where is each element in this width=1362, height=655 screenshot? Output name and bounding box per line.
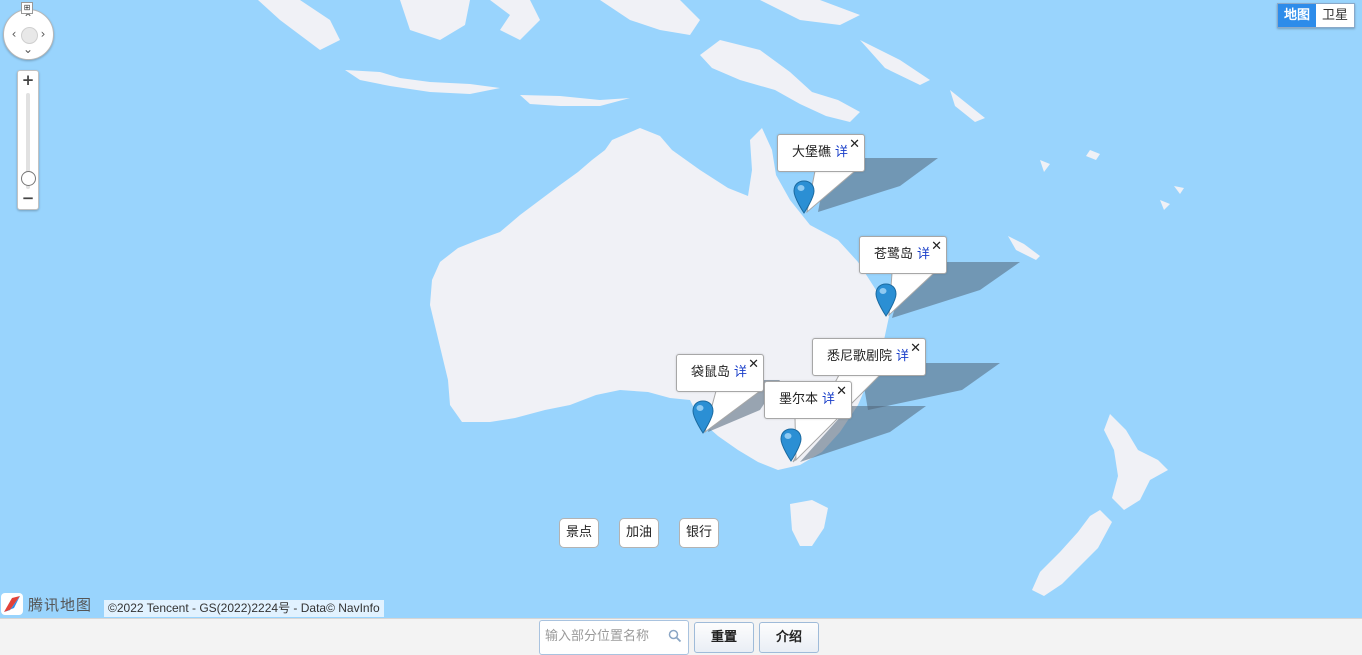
zoom-out-button[interactable]: − (18, 189, 38, 207)
info-window-sydney-opera-house: 悉尼歌剧院详 ✕ (812, 338, 927, 376)
info-window-title: 大堡礁 (792, 145, 832, 160)
category-scenic-button[interactable]: 景点 (559, 518, 600, 548)
zoom-in-button[interactable]: + (18, 71, 38, 89)
search-icon[interactable] (668, 629, 682, 643)
info-window-kangaroo-island: 袋鼠岛详 ✕ (676, 354, 765, 392)
pan-down-icon[interactable]: ⌄ (22, 43, 34, 55)
pan-center[interactable] (21, 27, 38, 44)
map-pin-icon[interactable] (793, 180, 815, 214)
info-window-title: 袋鼠岛 (691, 365, 731, 380)
pan-left-icon[interactable]: ‹ (8, 28, 20, 40)
category-gas-button[interactable]: 加油 (619, 518, 660, 548)
fullscreen-icon[interactable]: ⊞ (21, 2, 33, 14)
close-icon[interactable]: ✕ (748, 358, 759, 371)
close-icon[interactable]: ✕ (931, 240, 942, 253)
detail-link[interactable]: 详 (822, 392, 835, 407)
detail-link[interactable]: 详 (896, 349, 909, 364)
map-pin-icon[interactable] (875, 283, 897, 317)
map-type-switch[interactable]: 地图 卫星 (1277, 3, 1355, 28)
search-box[interactable] (539, 620, 689, 655)
tencent-map-logo-icon (1, 593, 23, 615)
copyright-text: ©2022 Tencent - GS(2022)2224号 - Data© Na… (104, 600, 384, 617)
detail-link[interactable]: 详 (835, 145, 848, 160)
tencent-map-logo[interactable]: 腾讯地图 (0, 591, 92, 617)
close-icon[interactable]: ✕ (836, 385, 847, 398)
map-type-satellite-button[interactable]: 卫星 (1316, 4, 1354, 27)
intro-button[interactable]: 介绍 (759, 622, 819, 653)
zoom-control[interactable]: + − (17, 70, 39, 210)
close-icon[interactable]: ✕ (910, 342, 921, 355)
pan-right-icon[interactable]: › (37, 28, 49, 40)
map-pin-icon[interactable] (692, 400, 714, 434)
map-type-map-button[interactable]: 地图 (1278, 4, 1316, 27)
info-window-melbourne: 墨尔本详 ✕ (764, 381, 853, 419)
info-window-title: 苍鹭岛 (874, 247, 914, 262)
search-input[interactable] (540, 621, 663, 652)
detail-link[interactable]: 详 (917, 247, 930, 262)
pan-control[interactable]: ⌃ ‹ › ⌄ (3, 9, 54, 60)
close-icon[interactable]: ✕ (849, 138, 860, 151)
map-canvas[interactable]: ⌃ ‹ › ⌄ ⊞ + − 地图 卫星 大堡礁 详 ✕ 苍鹭岛 详 ✕ 悉尼歌剧… (0, 0, 1362, 618)
category-bank-button[interactable]: 银行 (679, 518, 720, 548)
map-pin-icon[interactable] (780, 428, 802, 462)
zoom-slider-handle[interactable] (21, 171, 36, 186)
reset-button[interactable]: 重置 (694, 622, 754, 653)
info-window-title: 悉尼歌剧院 (827, 349, 893, 364)
info-window-heron-island: 苍鹭岛详 ✕ (859, 236, 948, 274)
info-window-title: 墨尔本 (779, 392, 819, 407)
info-window-great-barrier-reef: 大堡礁详 ✕ (777, 134, 866, 172)
logo-text: 腾讯地图 (28, 595, 93, 614)
detail-link[interactable]: 详 (734, 365, 747, 380)
bottom-toolbar: 重置 介绍 (0, 618, 1362, 655)
